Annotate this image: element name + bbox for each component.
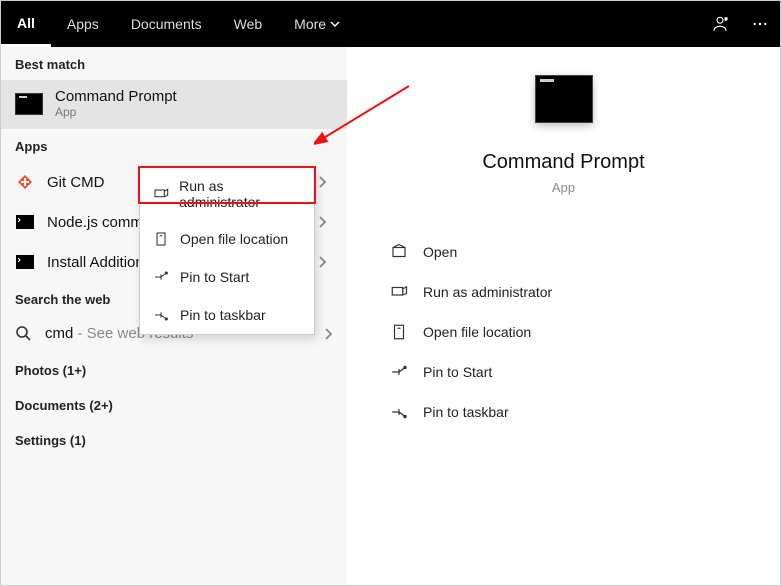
action-open[interactable]: Open	[385, 235, 742, 269]
tab-more[interactable]: More	[278, 1, 356, 47]
results-column: Best match Command Prompt App Apps Git C…	[1, 47, 347, 585]
pin-taskbar-icon	[389, 402, 409, 422]
best-match-item[interactable]: Command Prompt App	[1, 80, 347, 129]
search-icon	[15, 325, 33, 343]
best-match-texts: Command Prompt App	[55, 88, 177, 119]
preview-subtitle: App	[552, 180, 575, 195]
action-label: Open	[423, 244, 457, 260]
more-options-icon[interactable]	[740, 1, 780, 47]
category-documents[interactable]: Documents (2+)	[1, 388, 347, 423]
git-icon	[15, 172, 35, 192]
action-label: Pin to taskbar	[423, 404, 509, 420]
chevron-right-icon[interactable]	[323, 328, 333, 340]
folder-location-icon	[152, 230, 170, 248]
shield-admin-icon	[152, 185, 169, 203]
shield-admin-icon	[389, 282, 409, 302]
tab-web[interactable]: Web	[218, 1, 279, 47]
ctx-run-as-administrator[interactable]: Run as administrator	[140, 168, 314, 220]
apps-label: Apps	[1, 129, 347, 162]
command-prompt-icon	[15, 93, 43, 115]
feedback-icon[interactable]	[700, 1, 740, 47]
ctx-label: Pin to taskbar	[180, 307, 266, 323]
category-settings[interactable]: Settings (1)	[1, 423, 347, 458]
action-pin-to-start[interactable]: Pin to Start	[385, 355, 742, 389]
category-photos[interactable]: Photos (1+)	[1, 353, 347, 388]
topbar-spacer	[356, 1, 700, 47]
tab-apps[interactable]: Apps	[51, 1, 115, 47]
pin-start-icon	[152, 268, 170, 286]
start-search-window: All Apps Documents Web More Best match	[0, 0, 781, 586]
command-prompt-preview-icon	[535, 75, 593, 123]
tab-documents[interactable]: Documents	[115, 1, 218, 47]
tab-all[interactable]: All	[1, 1, 51, 47]
search-scope-tabs: All Apps Documents Web More	[1, 1, 780, 47]
ctx-label: Open file location	[180, 231, 288, 247]
chevron-down-icon	[330, 19, 340, 29]
terminal-icon	[15, 252, 35, 272]
open-icon	[389, 242, 409, 262]
best-match-label: Best match	[1, 47, 347, 80]
preview-pane: Command Prompt App Open Run as administr…	[347, 47, 780, 585]
action-label: Open file location	[423, 324, 531, 340]
action-run-as-administrator[interactable]: Run as administrator	[385, 275, 742, 309]
folder-location-icon	[389, 322, 409, 342]
main-area: Best match Command Prompt App Apps Git C…	[1, 47, 780, 585]
action-open-file-location[interactable]: Open file location	[385, 315, 742, 349]
pin-taskbar-icon	[152, 306, 170, 324]
preview-actions: Open Run as administrator Open file loca…	[347, 235, 780, 429]
ctx-pin-to-start[interactable]: Pin to Start	[140, 258, 314, 296]
ctx-label: Pin to Start	[180, 269, 249, 285]
ctx-pin-to-taskbar[interactable]: Pin to taskbar	[140, 296, 314, 334]
context-menu: Run as administrator Open file location …	[139, 167, 315, 335]
preview-title: Command Prompt	[482, 151, 644, 174]
action-label: Pin to Start	[423, 364, 492, 380]
best-match-title: Command Prompt	[55, 88, 177, 105]
best-match-subtitle: App	[55, 105, 177, 119]
ctx-label: Run as administrator	[179, 178, 302, 210]
terminal-icon	[15, 212, 35, 232]
pin-start-icon	[389, 362, 409, 382]
tab-more-label: More	[294, 16, 326, 32]
ctx-open-file-location[interactable]: Open file location	[140, 220, 314, 258]
action-pin-to-taskbar[interactable]: Pin to taskbar	[385, 395, 742, 429]
action-label: Run as administrator	[423, 284, 552, 300]
